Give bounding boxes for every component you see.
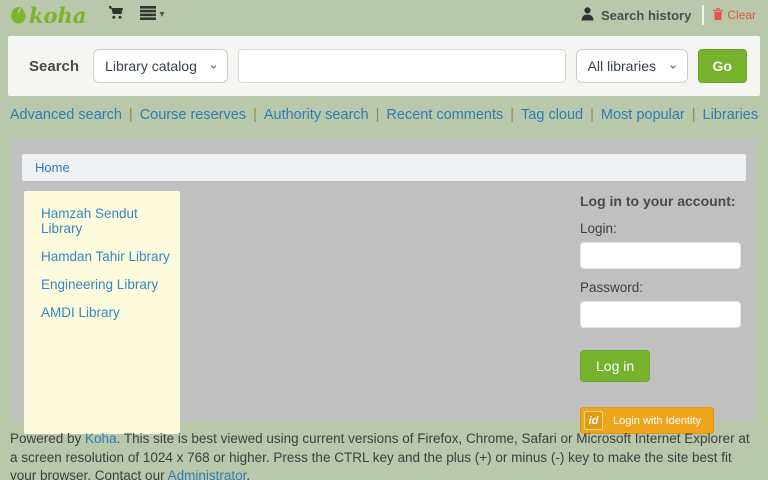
caret-down-icon: ▾ — [159, 10, 164, 20]
koha-leaf-icon — [10, 6, 27, 25]
library-link-hamzah-sendut[interactable]: Hamzah Sendut Library — [41, 206, 172, 236]
lists-icon — [140, 6, 156, 25]
trash-icon — [713, 8, 723, 23]
library-select[interactable]: All libraries — [576, 49, 688, 83]
clear-label: Clear — [727, 8, 756, 22]
breadcrumb: Home — [22, 154, 746, 181]
footer-text: Powered by Koha. This site is best viewe… — [10, 430, 758, 480]
koha-logo-text: koha — [29, 5, 86, 26]
identity-id-icon: id — [584, 411, 603, 430]
breadcrumb-home-link[interactable]: Home — [35, 160, 70, 175]
nav-separator: | — [376, 107, 380, 123]
library-link-amdi[interactable]: AMDI Library — [41, 305, 172, 320]
nav-separator: | — [510, 107, 514, 123]
login-form: Log in to your account: Login: Password:… — [580, 191, 744, 434]
nav-link-most-popular[interactable]: Most popular — [601, 107, 685, 123]
search-label: Search — [29, 58, 79, 75]
identity-button-label: Login with Identity — [613, 415, 701, 427]
topbar: koha ▾ — [0, 0, 768, 30]
search-type-select[interactable]: Library catalog — [93, 49, 228, 83]
search-bar: Search Library catalog ⌄ All libraries ⌄… — [8, 36, 760, 96]
search-history-link[interactable]: Search history — [581, 7, 691, 24]
footer-period: . — [246, 468, 250, 480]
login-heading: Log in to your account: — [580, 193, 741, 209]
catalog-select-wrap: Library catalog ⌄ — [93, 49, 228, 83]
library-link-hamdan-tahir[interactable]: Hamdan Tahir Library — [41, 249, 172, 264]
library-link-engineering[interactable]: Engineering Library — [41, 277, 172, 292]
search-input[interactable] — [238, 49, 566, 83]
login-password-label: Password: — [580, 280, 741, 295]
administrator-link[interactable]: Administrator — [168, 468, 247, 480]
user-icon — [581, 7, 594, 24]
lists-menu-button[interactable]: ▾ — [140, 6, 164, 25]
content-row: Hamzah Sendut Library Hamdan Tahir Libra… — [22, 181, 746, 434]
login-password-input[interactable] — [580, 301, 741, 328]
library-links-box: Hamzah Sendut Library Hamdan Tahir Libra… — [24, 191, 180, 434]
search-history-label: Search history — [601, 8, 691, 23]
footer-body: . This site is best viewed using current… — [10, 431, 750, 480]
nav-separator: | — [253, 107, 257, 123]
koha-logo[interactable]: koha — [10, 5, 86, 26]
quick-links-nav: Advanced search | Course reserves | Authorit… — [0, 96, 768, 135]
topbar-divider — [702, 5, 704, 25]
library-select-wrap: All libraries ⌄ — [576, 49, 688, 83]
cart-icon — [108, 5, 124, 25]
koha-link[interactable]: Koha — [85, 431, 117, 446]
nav-link-authority-search[interactable]: Authority search — [264, 107, 369, 123]
nav-separator: | — [692, 107, 696, 123]
login-username-label: Login: — [580, 221, 741, 236]
nav-link-recent-comments[interactable]: Recent comments — [386, 107, 503, 123]
main-content-panel: Home Hamzah Sendut Library Hamdan Tahir … — [12, 138, 756, 421]
nav-link-libraries[interactable]: Libraries — [703, 107, 759, 123]
topbar-right: Search history Clear — [581, 5, 756, 25]
login-button[interactable]: Log in — [580, 350, 650, 382]
clear-search-history-link[interactable]: Clear — [713, 8, 756, 23]
nav-separator: | — [129, 107, 133, 123]
nav-separator: | — [590, 107, 594, 123]
login-username-input[interactable] — [580, 242, 741, 269]
nav-link-course-reserves[interactable]: Course reserves — [140, 107, 246, 123]
nav-link-tag-cloud[interactable]: Tag cloud — [521, 107, 583, 123]
cart-button[interactable] — [108, 5, 124, 25]
footer-powered-by: Powered by — [10, 431, 85, 446]
nav-link-advanced-search[interactable]: Advanced search — [10, 107, 122, 123]
topbar-icons: ▾ — [108, 5, 164, 25]
go-button[interactable]: Go — [698, 49, 747, 83]
